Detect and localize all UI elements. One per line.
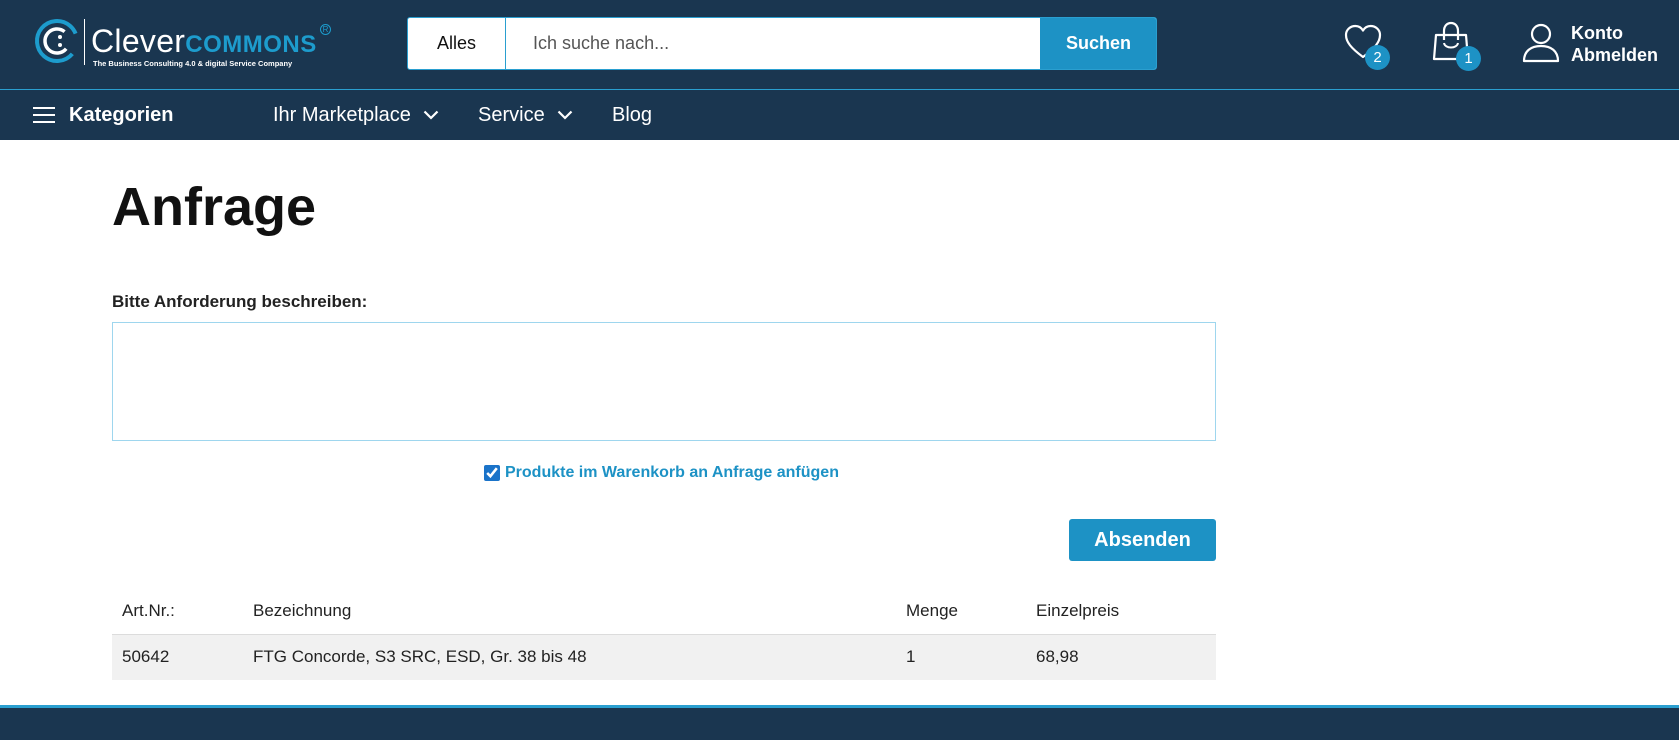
categories-label: Kategorien bbox=[69, 103, 174, 126]
nav-item-label: Blog bbox=[612, 103, 653, 126]
column-header-article-number: Art.Nr.: bbox=[112, 588, 243, 635]
description-textarea[interactable] bbox=[112, 322, 1216, 441]
search-button[interactable]: Suchen bbox=[1040, 18, 1156, 69]
cell-quantity: 1 bbox=[896, 634, 1026, 680]
logo-tagline: The Business Consulting 4.0 & digital Se… bbox=[93, 59, 293, 68]
categories-menu-button[interactable]: Kategorien bbox=[33, 90, 173, 140]
table-header-row: Art.Nr.: Bezeichnung Menge Einzelpreis bbox=[112, 588, 1216, 635]
attach-products-option[interactable]: Produkte im Warenkorb an Anfrage anfügen bbox=[484, 464, 839, 482]
account-menu: Konto Abmelden bbox=[1518, 20, 1668, 70]
user-icon[interactable] bbox=[1521, 22, 1561, 64]
search-bar: Alles Suchen bbox=[407, 17, 1157, 70]
logo-word-clever: Clever bbox=[91, 23, 186, 59]
logout-link[interactable]: Abmelden bbox=[1571, 44, 1658, 66]
nav-item-label: Service bbox=[478, 103, 545, 126]
submit-button[interactable]: Absenden bbox=[1069, 519, 1216, 561]
top-header: CleverCOMMONS R The Business Consulting … bbox=[0, 0, 1679, 89]
column-header-description: Bezeichnung bbox=[243, 588, 896, 635]
nav-item-blog[interactable]: Blog bbox=[612, 90, 652, 140]
wishlist-count-badge: 2 bbox=[1365, 45, 1390, 70]
registered-mark: R bbox=[320, 24, 331, 35]
cart-count-badge: 1 bbox=[1456, 46, 1481, 71]
search-input[interactable] bbox=[507, 18, 1040, 69]
attach-products-label: Produkte im Warenkorb an Anfrage anfügen bbox=[505, 464, 839, 481]
account-link[interactable]: Konto bbox=[1571, 22, 1658, 44]
clevercommons-logo[interactable]: CleverCOMMONS R The Business Consulting … bbox=[34, 16, 334, 72]
cart-products-table: Art.Nr.: Bezeichnung Menge Einzelpreis 5… bbox=[112, 588, 1216, 680]
account-links: Konto Abmelden bbox=[1571, 22, 1658, 66]
page-footer bbox=[0, 705, 1679, 740]
hamburger-icon bbox=[33, 107, 55, 123]
nav-item-label: Ihr Marketplace bbox=[273, 103, 411, 126]
cart-button[interactable]: 1 bbox=[1432, 21, 1481, 71]
page-title: Anfrage bbox=[112, 177, 317, 237]
logo-wordmark: CleverCOMMONS bbox=[91, 24, 317, 62]
cell-unit-price: 68,98 bbox=[1026, 634, 1216, 680]
attach-products-checkbox[interactable] bbox=[484, 465, 500, 481]
main-navigation: Kategorien Ihr Marketplace Service Blog bbox=[0, 89, 1679, 140]
nav-item-service[interactable]: Service bbox=[478, 90, 573, 140]
wishlist-button[interactable]: 2 bbox=[1343, 22, 1391, 70]
logo-mark-icon bbox=[35, 19, 79, 63]
nav-item-marketplace[interactable]: Ihr Marketplace bbox=[273, 90, 439, 140]
column-header-unit-price: Einzelpreis bbox=[1026, 588, 1216, 635]
chevron-down-icon bbox=[557, 110, 572, 120]
logo-word-commons: COMMONS bbox=[185, 31, 317, 58]
description-label: Bitte Anforderung beschreiben: bbox=[112, 292, 368, 311]
logo-divider bbox=[84, 19, 85, 65]
table-row: 50642 FTG Concorde, S3 SRC, ESD, Gr. 38 … bbox=[112, 634, 1216, 680]
chevron-down-icon bbox=[423, 110, 439, 120]
column-header-quantity: Menge bbox=[896, 588, 1026, 635]
search-scope-select[interactable]: Alles bbox=[408, 18, 506, 69]
cell-description: FTG Concorde, S3 SRC, ESD, Gr. 38 bis 48 bbox=[243, 634, 896, 680]
cell-article-number: 50642 bbox=[112, 634, 243, 680]
